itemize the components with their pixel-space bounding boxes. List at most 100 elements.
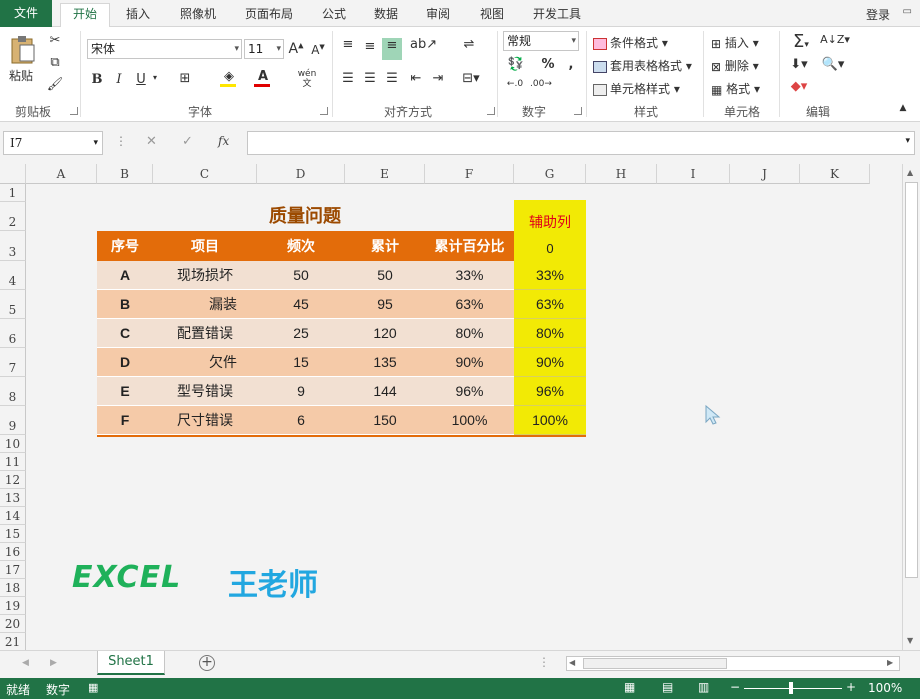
row-header[interactable]: 11 [0,453,26,471]
number-format-select[interactable]: 常规 ▾ [503,31,579,51]
zoom-level[interactable]: 100% [868,681,902,695]
cell-item[interactable]: 漏装 [153,290,257,319]
grow-font-icon[interactable]: A▲ [288,41,304,57]
wrap-text-icon[interactable]: ⇌ [460,37,478,52]
cell-cumulative-pct[interactable]: 63% [425,290,514,319]
merge-center-icon[interactable]: ⊟▾ [460,71,482,86]
alignment-launcher-icon[interactable] [487,107,495,115]
decrease-decimal-icon[interactable]: .00→ [530,79,552,89]
cell-cumulative[interactable]: 144 [345,377,425,406]
tab-formulas[interactable]: 公式 [312,4,356,27]
row-header[interactable]: 19 [0,597,26,615]
scroll-thumb[interactable] [905,182,918,578]
column-header[interactable]: F [425,164,514,184]
cell-helper[interactable]: 96% [514,377,586,406]
cell-id[interactable]: A [97,261,153,290]
table-title[interactable]: 质量问题 [230,202,380,230]
page-break-view-icon[interactable]: ▥ [698,680,709,694]
row-header[interactable]: 12 [0,471,26,489]
cell-id[interactable]: C [97,319,153,348]
increase-decimal-icon[interactable]: ←.0 [505,79,525,89]
cell-helper[interactable]: 100% [514,406,586,435]
conditional-format-button[interactable]: 条件格式 ▾ [593,34,668,51]
row-header[interactable]: 20 [0,615,26,633]
header-id[interactable]: 序号 [97,231,153,261]
cell-cumulative-pct[interactable]: 90% [425,348,514,377]
row-header[interactable]: 1 [0,184,26,202]
italic-icon[interactable]: I [112,72,126,87]
align-right-icon[interactable]: ☰ [384,71,400,86]
scroll-down-icon[interactable]: ▼ [907,636,913,645]
cell-item[interactable]: 尺寸错误 [153,406,257,435]
column-header[interactable]: D [257,164,345,184]
fill-color-icon[interactable]: ◈ [220,69,238,87]
cell-frequency[interactable]: 45 [257,290,345,319]
tab-developer[interactable]: 开发工具 [524,4,590,27]
cell-id[interactable]: F [97,406,153,435]
enter-icon[interactable]: ✓ [182,134,193,149]
normal-view-icon[interactable]: ▦ [624,680,635,694]
format-cells-button[interactable]: ▦ 格式 ▾ [711,80,760,97]
zoom-out-icon[interactable]: − [730,680,740,694]
paste-icon[interactable] [8,33,38,65]
macro-record-icon[interactable]: ▦ [88,681,98,694]
tab-view[interactable]: 视图 [470,4,514,27]
cell-cumulative[interactable]: 120 [345,319,425,348]
cell-cumulative[interactable]: 95 [345,290,425,319]
helper-header-cell[interactable]: 辅助列 0 [514,200,586,267]
cell-helper[interactable]: 33% [514,261,586,290]
cell-cumulative-pct[interactable]: 100% [425,406,514,435]
cell-cumulative[interactable]: 50 [345,261,425,290]
cell-item[interactable]: 型号错误 [153,377,257,406]
cell-frequency[interactable]: 25 [257,319,345,348]
row-header[interactable]: 4 [0,261,26,290]
row-header[interactable]: 5 [0,290,26,319]
increase-indent-icon[interactable]: ⇥ [430,71,446,86]
row-header[interactable]: 6 [0,319,26,348]
zoom-in-icon[interactable]: + [846,680,856,694]
align-top-icon[interactable]: ≡ [340,37,356,52]
column-header[interactable]: H [586,164,657,184]
tab-home[interactable]: 开始 [60,3,110,28]
fill-icon[interactable]: ⬇▾ [786,57,812,72]
add-sheet-icon[interactable]: + [199,655,215,671]
worksheet-grid[interactable]: ABCDEFGHIJK 1 2 3 4 5 6 7 8 9 10 11 12 13 14 15 16 17 18 1… [0,164,902,650]
zoom-slider-thumb[interactable] [789,682,793,694]
font-name-select[interactable]: 宋体 ▾ [87,39,242,59]
delete-cells-button[interactable]: ⊠ 删除 ▾ [711,57,759,74]
format-as-table-button[interactable]: 套用表格格式 ▾ [593,57,692,74]
sort-filter-icon[interactable]: A↓Z▾ [820,33,850,46]
column-header[interactable]: A [26,164,97,184]
page-layout-view-icon[interactable]: ▤ [662,680,673,694]
underline-icon[interactable]: U [134,72,148,87]
find-select-icon[interactable]: 🔍▾ [820,57,846,72]
collapse-ribbon-icon[interactable]: ▲ [896,103,910,113]
row-header[interactable]: 3 [0,231,26,261]
cancel-icon[interactable]: ✕ [146,134,157,149]
cell-frequency[interactable]: 6 [257,406,345,435]
cell-item[interactable]: 配置错误 [153,319,257,348]
orientation-icon[interactable]: ab↗ [410,37,437,52]
tab-page-layout[interactable]: 页面布局 [236,4,302,27]
align-center-icon[interactable]: ☰ [362,71,378,86]
autosum-icon[interactable]: Σ▾ [786,31,816,52]
cell-frequency[interactable]: 50 [257,261,345,290]
border-icon[interactable]: ⊞ [176,71,194,86]
insert-function-icon[interactable]: fx [218,134,229,148]
cell-frequency[interactable]: 15 [257,348,345,377]
cell-item[interactable]: 欠件 [153,348,257,377]
row-header[interactable]: 18 [0,579,26,597]
tab-review[interactable]: 审阅 [416,4,460,27]
name-box[interactable]: I7 ▾ [3,131,103,155]
header-cumulative-pct[interactable]: 累计百分比 [425,231,514,261]
percent-icon[interactable]: % [540,57,556,72]
cell-cumulative[interactable]: 150 [345,406,425,435]
header-item[interactable]: 项目 [153,231,257,261]
tab-insert[interactable]: 插入 [116,4,160,27]
paste-button[interactable]: 粘贴 [9,67,33,84]
row-header[interactable]: 14 [0,507,26,525]
column-header[interactable]: E [345,164,425,184]
cell-cumulative-pct[interactable]: 96% [425,377,514,406]
header-cumulative[interactable]: 累计 [345,231,425,261]
cell-styles-button[interactable]: 单元格样式 ▾ [593,80,680,97]
